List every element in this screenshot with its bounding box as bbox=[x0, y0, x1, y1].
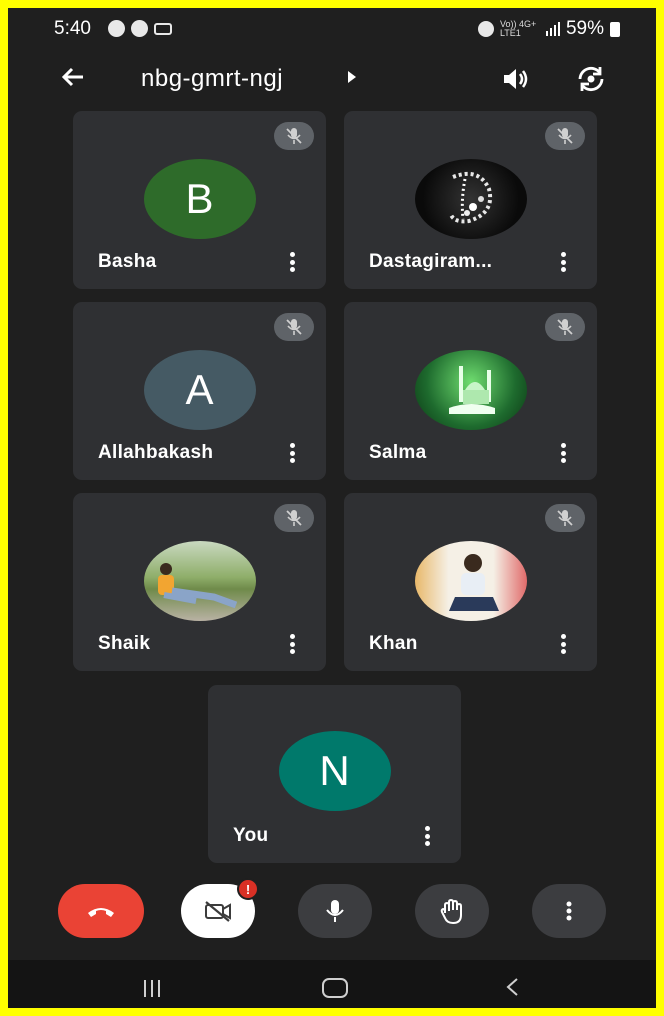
status-time: 5:40 bbox=[54, 18, 91, 39]
hand-icon bbox=[440, 899, 462, 924]
muted-mic-icon bbox=[545, 122, 585, 150]
recent-apps-icon[interactable] bbox=[144, 980, 160, 997]
participant-name: You bbox=[233, 825, 269, 846]
participant-tile[interactable]: B Basha bbox=[73, 111, 326, 289]
participant-tile[interactable]: Dastagiram... bbox=[344, 111, 597, 289]
participant-name: Allahbakash bbox=[98, 442, 214, 463]
profile-photo bbox=[414, 541, 527, 621]
call-controls: ! bbox=[8, 878, 656, 954]
back-icon[interactable] bbox=[505, 977, 519, 997]
speaker-icon[interactable] bbox=[498, 62, 532, 96]
participant-name: Salma bbox=[369, 442, 427, 463]
battery-icon bbox=[610, 21, 620, 37]
back-arrow-icon[interactable] bbox=[58, 62, 88, 92]
profile-photo bbox=[414, 159, 527, 239]
more-vertical-icon bbox=[566, 901, 572, 921]
avatar: A bbox=[143, 350, 256, 430]
status-bar: 5:40 Vo)) 4G+ LTE1 59% bbox=[8, 8, 656, 50]
profile-photo bbox=[143, 541, 256, 621]
hang-up-icon bbox=[88, 908, 114, 917]
system-navigation-bar bbox=[8, 960, 656, 1008]
participant-tile[interactable]: A Allahbakash bbox=[73, 302, 326, 480]
microphone-button[interactable] bbox=[298, 884, 372, 938]
more-options-icon[interactable] bbox=[425, 826, 431, 846]
alarm-icon bbox=[477, 21, 494, 37]
avatar: N bbox=[278, 731, 391, 811]
more-options-icon[interactable] bbox=[561, 443, 567, 463]
home-icon[interactable] bbox=[322, 978, 348, 998]
avatar: B bbox=[143, 159, 256, 239]
more-options-icon[interactable] bbox=[561, 252, 567, 272]
muted-mic-icon bbox=[545, 313, 585, 341]
more-options-icon[interactable] bbox=[290, 252, 296, 272]
person-sitting-image bbox=[157, 563, 237, 609]
mosque-image bbox=[448, 366, 495, 414]
muted-mic-icon bbox=[274, 504, 314, 532]
participant-tile[interactable]: Salma bbox=[344, 302, 597, 480]
participant-name: Khan bbox=[369, 633, 418, 654]
profile-photo bbox=[414, 350, 527, 430]
meeting-code[interactable]: nbg-gmrt-ngj bbox=[141, 65, 283, 93]
more-options-icon[interactable] bbox=[290, 443, 296, 463]
avatar-initial: N bbox=[319, 747, 350, 794]
more-options-icon[interactable] bbox=[561, 634, 567, 654]
battery-percent: 59% bbox=[565, 18, 604, 39]
switch-camera-icon[interactable] bbox=[574, 62, 608, 96]
self-view-tile[interactable]: N You bbox=[208, 685, 461, 863]
person-portrait-image bbox=[448, 554, 499, 611]
camera-off-icon bbox=[205, 901, 231, 922]
video-notification-icon bbox=[154, 23, 172, 35]
end-call-button[interactable] bbox=[58, 884, 144, 938]
signal-icon bbox=[545, 22, 560, 36]
network-indicator: Vo)) 4G+ LTE1 bbox=[499, 19, 537, 38]
participant-name: Shaik bbox=[98, 633, 151, 654]
avatar-initial: B bbox=[185, 175, 214, 222]
muted-mic-icon bbox=[545, 504, 585, 532]
call-header: nbg-gmrt-ngj bbox=[8, 50, 656, 110]
microphone-icon bbox=[326, 900, 344, 922]
participant-name: Dastagiram... bbox=[369, 251, 493, 272]
chrome-icon bbox=[131, 20, 148, 37]
alert-badge: ! bbox=[237, 878, 259, 900]
notification-icons bbox=[108, 20, 172, 37]
participant-name: Basha bbox=[98, 251, 157, 272]
participant-tile[interactable]: Shaik bbox=[73, 493, 326, 671]
phone-screen: 5:40 Vo)) 4G+ LTE1 59% nbg-gmrt-ngj B Ba… bbox=[8, 8, 656, 1008]
camera-toggle-button[interactable]: ! bbox=[181, 878, 259, 938]
avatar-initial: A bbox=[185, 366, 214, 413]
participant-tile[interactable]: Khan bbox=[344, 493, 597, 671]
more-options-icon[interactable] bbox=[290, 634, 296, 654]
meeting-details-arrow-icon[interactable] bbox=[348, 71, 356, 83]
chrome-icon bbox=[108, 20, 125, 37]
jeweled-letter-d-image bbox=[448, 172, 492, 224]
muted-mic-icon bbox=[274, 313, 314, 341]
more-options-button[interactable] bbox=[532, 884, 606, 938]
raise-hand-button[interactable] bbox=[415, 884, 489, 938]
muted-mic-icon bbox=[274, 122, 314, 150]
